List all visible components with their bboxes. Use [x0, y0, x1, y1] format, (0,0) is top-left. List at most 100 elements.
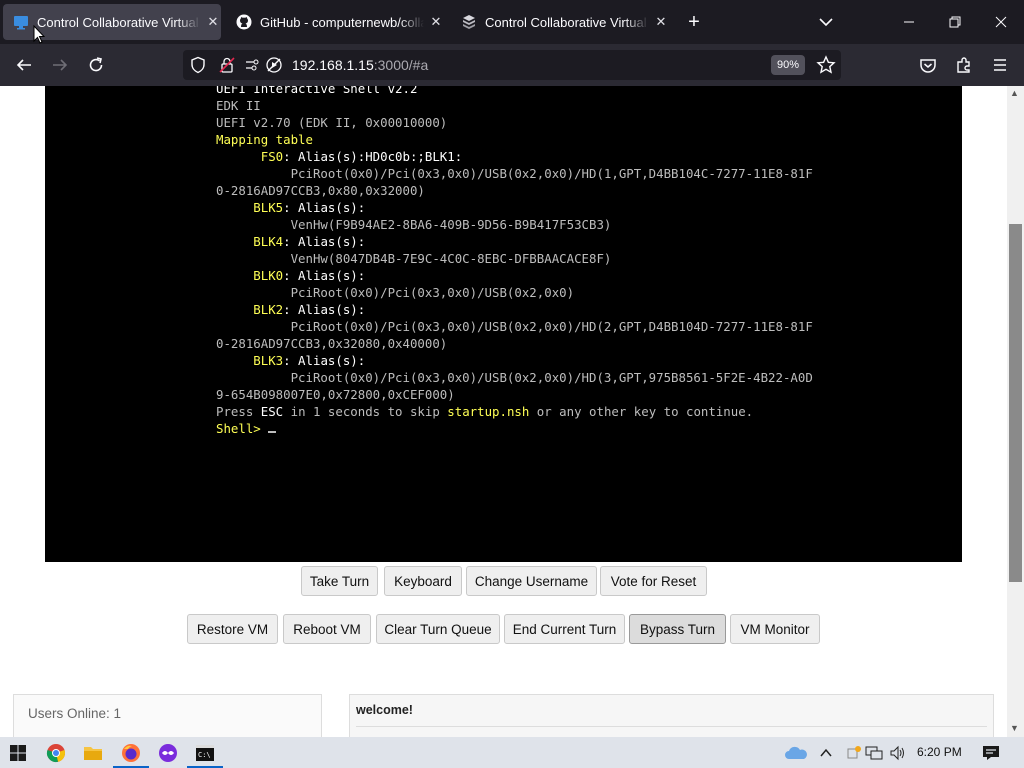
tab-title: Control Collaborative Virtual Machine [485, 14, 649, 30]
reload-icon[interactable] [84, 53, 108, 77]
console-line: EDK II [216, 98, 261, 113]
pocket-icon[interactable] [916, 53, 940, 77]
console-line: BLK0: Alias(s): [216, 268, 365, 283]
close-tab-icon[interactable]: ✕ [428, 14, 444, 30]
bypass-turn-button[interactable]: Bypass Turn [629, 614, 726, 644]
device-label: BLK2 [216, 302, 284, 317]
chevron-down-icon[interactable] [814, 12, 838, 32]
page-scrollbar[interactable]: ▲ ▼ [1007, 86, 1024, 737]
change-username-button[interactable]: Change Username [466, 566, 597, 596]
console-line: BLK2: Alias(s): [216, 302, 365, 317]
browser-tab-2[interactable]: GitHub - computernewb/collab-vm ✕ [226, 4, 444, 40]
network-icon[interactable] [862, 741, 886, 765]
action-center-icon[interactable] [979, 741, 1003, 765]
scroll-down-icon[interactable]: ▼ [1010, 723, 1019, 733]
device-alias: : Alias(s): [283, 200, 366, 215]
restore-vm-button[interactable]: Restore VM [187, 614, 278, 644]
firefox-icon[interactable] [113, 741, 149, 768]
file-explorer-icon[interactable] [81, 741, 105, 765]
chat-divider [356, 726, 987, 727]
github-icon [236, 14, 252, 30]
chrome-icon[interactable] [44, 741, 68, 765]
insecure-lock-icon[interactable] [218, 56, 236, 79]
console-text: 9-654B098007E0,0x72800,0xCEF000) [216, 387, 455, 402]
extensions-icon[interactable] [952, 53, 976, 77]
startup-press-line: Press ESC in 1 seconds to skip startup.n… [216, 404, 753, 419]
restore-icon[interactable] [932, 0, 978, 44]
console-line: PciRoot(0x0)/Pci(0x3,0x0)/USB(0x2,0x0)/H… [216, 319, 813, 334]
back-arrow-icon[interactable] [12, 53, 36, 77]
vm-monitor-button[interactable]: VM Monitor [730, 614, 820, 644]
press-line-esc: ESC [260, 404, 284, 419]
press-line-a: Press [216, 404, 261, 419]
windows-taskbar: C:\ 6:20 PM [0, 737, 1024, 768]
shell-prompt: Shell> [216, 421, 269, 436]
take-turn-button[interactable]: Take Turn [301, 566, 378, 596]
scrollbar-thumb[interactable] [1009, 224, 1022, 582]
chat-message: welcome! [356, 703, 413, 717]
close-tab-icon[interactable]: ✕ [653, 14, 669, 30]
device-alias: : Alias(s): [283, 234, 366, 249]
vote-for-reset-button[interactable]: Vote for Reset [600, 566, 707, 596]
console-line: BLK4: Alias(s): [216, 234, 365, 249]
new-tab-plus-icon[interactable]: + [682, 10, 706, 34]
taskbar-clock[interactable]: 6:20 PM [917, 745, 962, 759]
vm-display[interactable]: UEFI Interactive Shell v2.2 EDK II UEFI … [45, 86, 962, 562]
console-text: VenHw(F9B94AE2-8BA6-409B-9D56-B9B417F53C… [216, 217, 612, 232]
console-text: PciRoot(0x0)/Pci(0x3,0x0)/USB(0x2,0x0) [216, 285, 575, 300]
windows-start-icon[interactable] [6, 741, 30, 765]
console-text: UEFI Interactive Shell v2.2 [216, 86, 418, 96]
console-line: BLK3: Alias(s): [216, 353, 365, 368]
close-window-icon[interactable] [978, 0, 1024, 44]
svg-text:C:\: C:\ [198, 751, 211, 759]
onedrive-cloud-icon[interactable] [784, 741, 808, 765]
url-text: 192.168.1.15:3000/#a [292, 57, 428, 73]
users-online-label: Users Online: 1 [28, 706, 122, 721]
menu-hamburger-icon[interactable] [988, 53, 1012, 77]
permissions-icon[interactable] [244, 56, 262, 79]
forward-arrow-icon[interactable] [48, 53, 72, 77]
console-line: Mapping table [216, 132, 313, 147]
bookmark-star-icon[interactable] [816, 55, 836, 80]
app-icon[interactable] [156, 741, 180, 765]
terminal-icon[interactable]: C:\ [187, 741, 223, 768]
device-alias: : Alias(s): [283, 353, 366, 368]
autoplay-blocked-icon[interactable] [265, 56, 283, 79]
browser-tab-3[interactable]: Control Collaborative Virtual Machine ✕ [451, 4, 669, 40]
clear-turn-queue-button[interactable]: Clear Turn Queue [376, 614, 500, 644]
device-label: BLK4 [216, 234, 284, 249]
url-host: 192.168.1.15 [292, 57, 374, 73]
volume-icon[interactable] [886, 741, 910, 765]
console-text: EDK II [216, 98, 261, 113]
console-text: 0-2816AD97CCB3,0x80,0x32000) [216, 183, 425, 198]
tab-strip: Control Collaborative Virtual Machine ✕ … [0, 0, 1024, 44]
reboot-vm-button[interactable]: Reboot VM [283, 614, 371, 644]
console-line: VenHw(8047DB4B-7E9C-4C0C-8EBC-DFBBAACACE… [216, 251, 612, 266]
console-line: 0-2816AD97CCB3,0x32080,0x40000) [216, 336, 447, 351]
console-line: 9-654B098007E0,0x72800,0xCEF000) [216, 387, 455, 402]
press-line-b: in 1 seconds to skip [283, 404, 448, 419]
url-path: :3000/#a [373, 57, 429, 73]
monitor-icon [13, 14, 29, 30]
keyboard-button[interactable]: Keyboard [384, 566, 462, 596]
shield-icon[interactable] [189, 56, 207, 79]
console-text: Mapping table [216, 132, 313, 147]
console-text: PciRoot(0x0)/Pci(0x3,0x0)/USB(0x2,0x0)/H… [216, 166, 813, 181]
console-line: VenHw(F9B94AE2-8BA6-409B-9D56-B9B417F53C… [216, 217, 612, 232]
minimize-icon[interactable] [886, 0, 932, 44]
end-current-turn-button[interactable]: End Current Turn [504, 614, 625, 644]
close-tab-icon[interactable]: ✕ [205, 14, 221, 30]
console-text: VenHw(8047DB4B-7E9C-4C0C-8EBC-DFBBAACACE… [216, 251, 612, 266]
device-alias: : Alias(s):HD0c0b:;BLK1: [283, 149, 463, 164]
tab-title: GitHub - computernewb/collab-vm [260, 14, 424, 30]
device-label: BLK3 [216, 353, 284, 368]
device-alias: : Alias(s): [283, 268, 366, 283]
chevron-up-icon[interactable] [814, 741, 838, 765]
scroll-up-icon[interactable]: ▲ [1010, 88, 1019, 98]
console-line: UEFI Interactive Shell v2.2 [216, 86, 417, 96]
zoom-level-badge[interactable]: 90% [771, 55, 805, 75]
console-line: UEFI v2.70 (EDK II, 0x00010000) [216, 115, 447, 130]
console-line: PciRoot(0x0)/Pci(0x3,0x0)/USB(0x2,0x0)/H… [216, 370, 813, 385]
console-text: PciRoot(0x0)/Pci(0x3,0x0)/USB(0x2,0x0)/H… [216, 370, 813, 385]
device-label: BLK5 [216, 200, 284, 215]
